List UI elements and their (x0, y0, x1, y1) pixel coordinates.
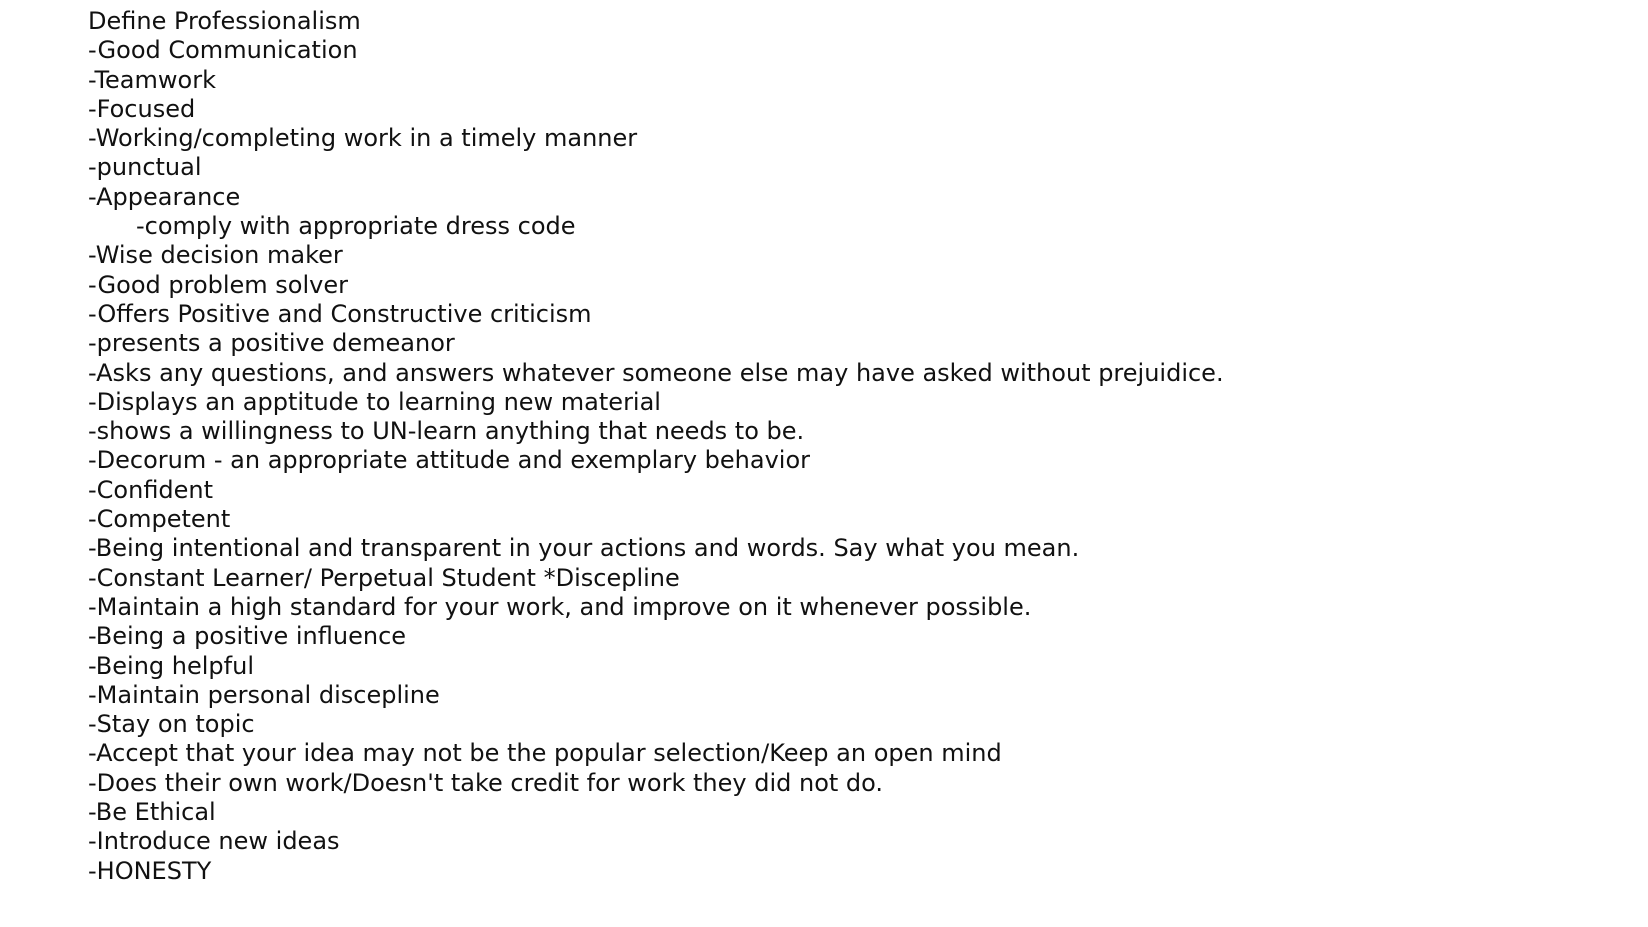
list-item: -Good Communication (88, 36, 358, 65)
list-item: -Confident (88, 475, 214, 504)
list-item: -Introduce new ideas (88, 827, 340, 856)
list-item: -Constant Learner/ Perpetual Student *Di… (88, 563, 680, 592)
list-item: -punctual (88, 153, 202, 182)
list-item: -Displays an apptitude to learning new m… (88, 387, 661, 416)
list-item: -Teamwork (88, 65, 216, 94)
list-item: -Focused (88, 94, 196, 123)
list-item: -Good problem solver (88, 270, 348, 299)
list-item: -Does their own work/Doesn't take credit… (88, 768, 884, 797)
document-body: Define Professionalism -Good Communicati… (88, 7, 1224, 886)
list-item: -Maintain personal discepline (88, 680, 440, 709)
list-item: -Appearance (88, 182, 241, 211)
list-item: -Being helpful (88, 651, 254, 680)
list-item: -Maintain a high standard for your work,… (88, 592, 1032, 621)
list-item: -presents a positive demeanor (88, 329, 455, 358)
list-item: -Competent (88, 505, 231, 534)
document-title: Define Professionalism (88, 7, 361, 35)
list-item: -Be Ethical (88, 798, 216, 827)
list-item: -Stay on topic (88, 710, 255, 739)
list-item: -Offers Positive and Constructive critic… (88, 299, 592, 328)
list-item: -HONESTY (88, 856, 212, 885)
list-item: -shows a willingness to UN-learn anythin… (88, 417, 805, 446)
list-item: -Being intentional and transparent in yo… (88, 534, 1080, 563)
list-subitem: -comply with appropriate dress code (136, 212, 576, 241)
list-item: -Asks any questions, and answers whateve… (88, 358, 1224, 387)
list-item: -Working/completing work in a timely man… (88, 124, 638, 153)
list-item: -Being a positive influence (88, 622, 407, 651)
list-item: -Decorum - an appropriate attitude and e… (88, 446, 811, 475)
list-item: -Wise decision maker (88, 241, 343, 270)
list-item: -Accept that your idea may not be the po… (88, 739, 1002, 768)
